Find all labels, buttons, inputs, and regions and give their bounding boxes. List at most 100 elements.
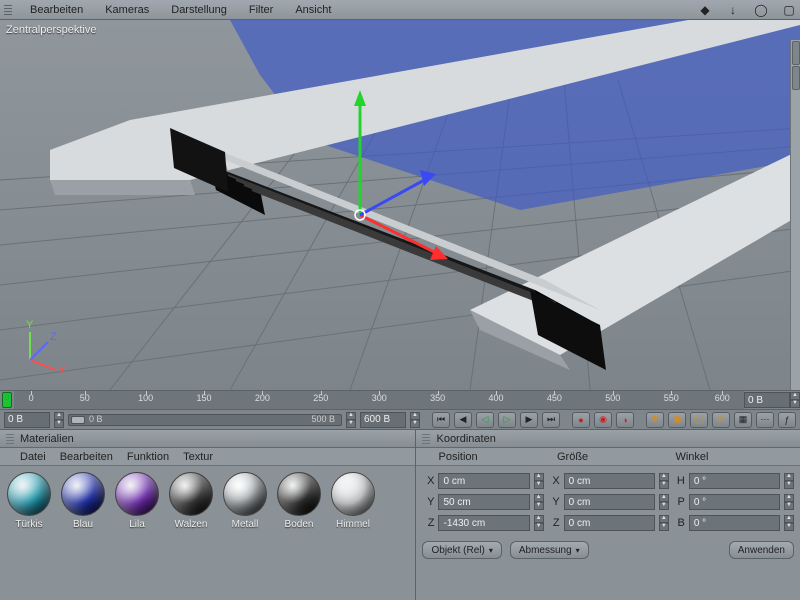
- fcurve-button[interactable]: ƒ: [778, 412, 796, 428]
- size-field[interactable]: 0 cm: [564, 473, 655, 489]
- key-button[interactable]: ◑: [616, 412, 634, 428]
- size-field[interactable]: 0 cm: [564, 515, 655, 531]
- coord-row: X 0 cm ▲▼ X 0 cm ▲▼ H 0 ° ▲▼: [422, 472, 794, 490]
- menu-kameras[interactable]: Kameras: [101, 2, 153, 18]
- timeline: 0 0 50 100 150 200 250 300 350 400 450 5…: [0, 390, 800, 410]
- side-tab[interactable]: [792, 66, 800, 90]
- position-field[interactable]: -1430 cm: [438, 515, 529, 531]
- material-label: Metall: [232, 519, 259, 530]
- axis-label: Z: [422, 517, 434, 529]
- key-options-button[interactable]: ⋯: [756, 412, 774, 428]
- spinner[interactable]: ▲▼: [790, 392, 800, 408]
- material-item[interactable]: Blau: [60, 472, 106, 530]
- timeline-tick: 50: [80, 393, 90, 403]
- play-forward-button[interactable]: ▷: [498, 412, 516, 428]
- step-forward-button[interactable]: ▶: [520, 412, 538, 428]
- material-item[interactable]: Boden: [276, 472, 322, 530]
- viewport-render: Y X Z: [0, 20, 800, 390]
- material-item[interactable]: Metall: [222, 472, 268, 530]
- menu-darstellung[interactable]: Darstellung: [167, 2, 231, 18]
- axis-label: Z: [548, 517, 560, 529]
- rotate-key-button[interactable]: ◯: [690, 412, 708, 428]
- scale-key-button[interactable]: ▣: [668, 412, 686, 428]
- range-start-field[interactable]: 0 B: [4, 412, 50, 428]
- diamond-icon[interactable]: ◆: [698, 3, 712, 17]
- spinner[interactable]: ▲▼: [54, 412, 64, 428]
- arrow-down-icon[interactable]: ↓: [726, 3, 740, 17]
- spinner[interactable]: ▲▼: [346, 412, 356, 428]
- materials-panel: Materialien Datei Bearbeiten Funktion Te…: [0, 430, 416, 600]
- loop-icon[interactable]: ◯: [754, 3, 768, 17]
- menu-bearbeiten[interactable]: Bearbeiten: [26, 2, 87, 18]
- menu-ansicht[interactable]: Ansicht: [291, 2, 335, 18]
- timeline-tick: 200: [255, 393, 270, 403]
- side-strip: [790, 40, 800, 390]
- move-key-button[interactable]: ✥: [646, 412, 664, 428]
- goto-start-button[interactable]: ⏮: [432, 412, 450, 428]
- timeline-start-marker[interactable]: 0: [2, 392, 12, 408]
- materials-title: Materialien: [20, 433, 74, 445]
- materials-body: Türkis Blau Lila Walzen Metall Boden Himmel: [0, 466, 415, 600]
- size-field[interactable]: 0 cm: [564, 494, 655, 510]
- timeline-end-field[interactable]: 0 B: [744, 392, 790, 408]
- angle-field[interactable]: 0 °: [689, 473, 780, 489]
- spinner[interactable]: ▲▼: [659, 515, 669, 531]
- spinner[interactable]: ▲▼: [784, 494, 794, 510]
- chevron-down-icon: ▾: [576, 546, 580, 555]
- materials-menu-bearbeiten[interactable]: Bearbeiten: [60, 451, 113, 463]
- menu-filter[interactable]: Filter: [245, 2, 277, 18]
- material-item[interactable]: Himmel: [330, 472, 376, 530]
- angle-field[interactable]: 0 °: [689, 515, 780, 531]
- material-label: Lila: [129, 519, 145, 530]
- step-back-button[interactable]: ◀: [454, 412, 472, 428]
- side-tab[interactable]: [792, 41, 800, 65]
- material-label: Boden: [285, 519, 314, 530]
- record-button[interactable]: ●: [572, 412, 590, 428]
- spinner[interactable]: ▲▼: [410, 412, 420, 428]
- svg-text:X: X: [58, 365, 66, 377]
- position-field[interactable]: 0 cm: [438, 473, 529, 489]
- timeline-tick: 550: [664, 393, 679, 403]
- param-key-button[interactable]: P: [712, 412, 730, 428]
- panel-grip-icon: [422, 434, 430, 444]
- spinner[interactable]: ▲▼: [659, 494, 669, 510]
- materials-menu-funktion[interactable]: Funktion: [127, 451, 169, 463]
- spinner[interactable]: ▲▼: [784, 515, 794, 531]
- spinner[interactable]: ▲▼: [784, 473, 794, 489]
- coordinates-title: Koordinaten: [436, 433, 495, 445]
- play-back-button[interactable]: ◁: [476, 412, 494, 428]
- position-field[interactable]: 50 cm: [438, 494, 529, 510]
- grid-key-button[interactable]: ▦: [734, 412, 752, 428]
- materials-menu-datei[interactable]: Datei: [20, 451, 46, 463]
- autokey-button[interactable]: ◉: [594, 412, 612, 428]
- angle-axis-label: P: [673, 496, 685, 508]
- spinner[interactable]: ▲▼: [534, 494, 544, 510]
- timeline-ruler[interactable]: 0 50 100 150 200 250 300 350 400 450 500…: [14, 391, 744, 409]
- spinner[interactable]: ▲▼: [534, 515, 544, 531]
- coord-mode-b-dropdown[interactable]: Abmessung▾: [510, 541, 589, 559]
- spinner[interactable]: ▲▼: [534, 473, 544, 489]
- materials-menu-textur[interactable]: Textur: [183, 451, 213, 463]
- apply-button[interactable]: Anwenden: [729, 541, 794, 559]
- timeline-tick: 150: [197, 393, 212, 403]
- material-item[interactable]: Lila: [114, 472, 160, 530]
- axis-label: Y: [548, 496, 560, 508]
- goto-end-button[interactable]: ⏭: [542, 412, 560, 428]
- material-label: Blau: [73, 519, 93, 530]
- range-end-field[interactable]: 600 B: [360, 412, 406, 428]
- coordinates-panel: Koordinaten Position Größe Winkel X 0 cm…: [416, 430, 800, 600]
- material-item[interactable]: Türkis: [6, 472, 52, 530]
- timeline-tick: 600: [715, 393, 730, 403]
- angle-field[interactable]: 0 °: [689, 494, 780, 510]
- spinner[interactable]: ▲▼: [659, 473, 669, 489]
- slider-knob[interactable]: [71, 416, 85, 424]
- material-item[interactable]: Walzen: [168, 472, 214, 530]
- timeline-tick: 450: [547, 393, 562, 403]
- coord-col-size: Größe: [557, 451, 676, 463]
- coord-mode-a-dropdown[interactable]: Objekt (Rel)▾: [422, 541, 501, 559]
- material-label: Walzen: [175, 519, 208, 530]
- viewport[interactable]: Y X Z Zentralperspektive: [0, 20, 800, 390]
- range-slider[interactable]: 0 B 500 B: [68, 414, 342, 426]
- coord-col-position: Position: [438, 451, 557, 463]
- square-icon[interactable]: ▢: [782, 3, 796, 17]
